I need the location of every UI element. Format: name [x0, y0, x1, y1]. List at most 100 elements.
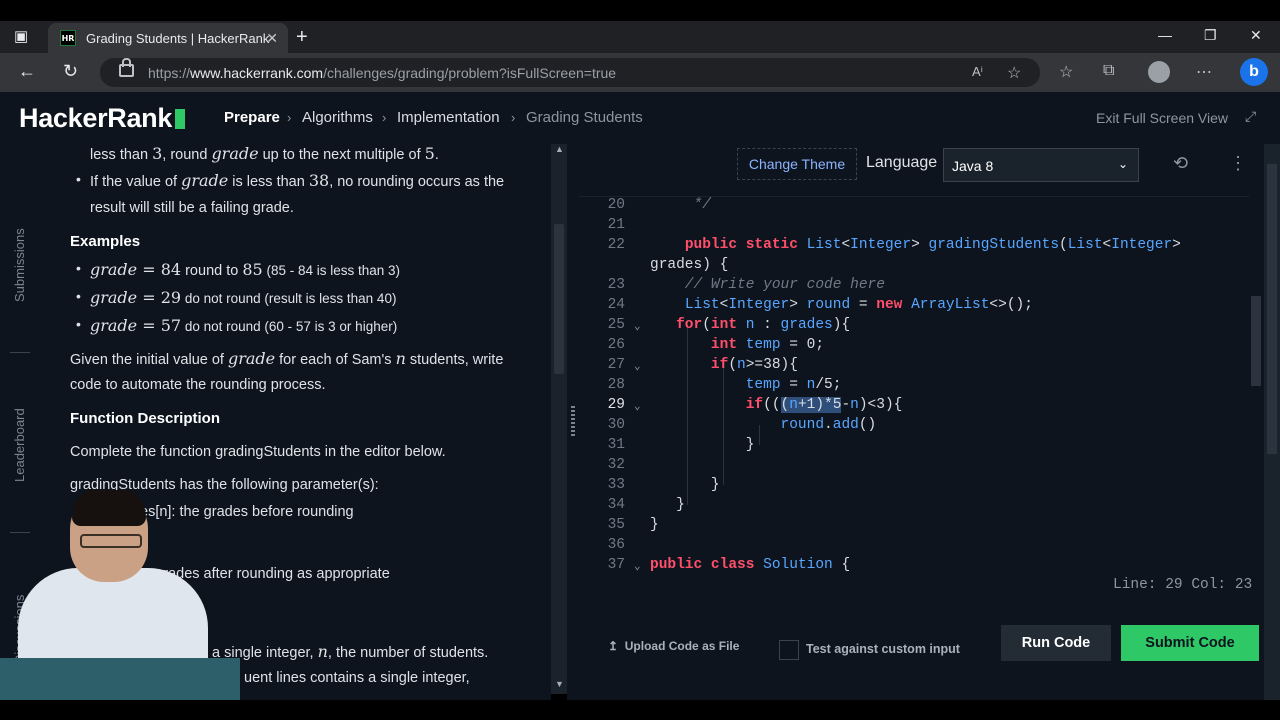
language-label: Language: [866, 154, 938, 171]
line-number: 35: [607, 517, 625, 533]
code-line: if(n>=38){: [710, 357, 798, 373]
scrollbar-thumb[interactable]: [1267, 164, 1277, 454]
fold-icon[interactable]: ⌄: [634, 399, 641, 413]
breadcrumb-implementation[interactable]: Implementation: [397, 109, 500, 126]
editor-actions: ↥ Upload Code as File Test against custo…: [579, 619, 1264, 669]
line-number: 24: [607, 297, 625, 313]
code-line: List<Integer> round = new ArrayList<>();: [684, 297, 1033, 313]
line-number: 27: [607, 357, 625, 373]
browser-nav-bar: ← ↻ https://www.hackerrank.com/challenge…: [0, 53, 1280, 92]
url-text[interactable]: https://www.hackerrank.com/challenges/gr…: [148, 65, 616, 81]
code-line: int temp = 0;: [710, 337, 825, 353]
collections-icon[interactable]: ⧉: [1103, 62, 1114, 80]
line-number: 34: [607, 497, 625, 513]
webcam-person-hair: [72, 490, 146, 526]
run-code-button[interactable]: Run Code: [1001, 625, 1111, 661]
hackerrank-logo[interactable]: HackerRank: [19, 103, 186, 134]
line-number: 33: [607, 477, 625, 493]
code-scrollbar[interactable]: [1249, 196, 1263, 572]
top-letterbox: [0, 0, 1280, 21]
favorite-add-icon[interactable]: ☆: [1007, 63, 1021, 83]
drag-handle-icon[interactable]: [571, 406, 575, 436]
rail-submissions[interactable]: Submissions: [12, 228, 27, 302]
fold-icon[interactable]: ⌄: [634, 559, 641, 573]
scrollbar-thumb[interactable]: [554, 224, 564, 374]
more-icon[interactable]: ⋯: [1196, 62, 1212, 82]
line-number: 36: [607, 537, 625, 553]
webcam-person-glasses: [80, 534, 142, 548]
favorites-icon[interactable]: ☆: [1059, 62, 1073, 82]
back-icon[interactable]: ←: [18, 61, 36, 82]
bullet-text: result will still be a failing grade.: [90, 200, 294, 216]
code-editor[interactable]: 20 */ 21 22 public static List<Integer> …: [579, 196, 1249, 573]
problem-scrollbar[interactable]: ▲ ▼: [551, 144, 567, 694]
line-number: 26: [607, 337, 625, 353]
address-bar[interactable]: https://www.hackerrank.com/challenges/gr…: [100, 58, 1040, 87]
editor-toolbar: Change Theme Language Java 8 ⌄ ⟲ ⋮: [579, 144, 1264, 188]
panel-splitter[interactable]: [567, 144, 579, 700]
code-line: }: [650, 517, 659, 533]
scroll-down-icon[interactable]: ▼: [555, 679, 564, 689]
custom-input-checkbox[interactable]: [779, 640, 799, 660]
tab-title: Grading Students | HackerRank: [86, 30, 270, 46]
code-line: }: [650, 477, 720, 493]
line-number: 32: [607, 457, 625, 473]
submit-code-button[interactable]: Submit Code: [1121, 625, 1259, 661]
browser-tab[interactable]: HR Grading Students | HackerRank ✕: [48, 23, 288, 53]
custom-input-label[interactable]: Test against custom input: [806, 642, 960, 656]
line-number: 22: [607, 237, 625, 253]
breadcrumb-current: Grading Students: [526, 109, 643, 126]
page-scrollbar[interactable]: [1264, 144, 1280, 700]
change-theme-button[interactable]: Change Theme: [737, 148, 857, 180]
bottom-letterbox: [0, 700, 1280, 720]
read-aloud-icon[interactable]: Aⁱ: [972, 64, 983, 80]
line-number: 21: [607, 217, 625, 233]
restore-icon[interactable]: ❐: [1204, 27, 1217, 44]
tabs-icon[interactable]: ▣: [14, 27, 28, 45]
close-icon[interactable]: ✕: [266, 30, 278, 47]
breadcrumb-prepare[interactable]: Prepare: [224, 109, 280, 126]
fold-icon[interactable]: ⌄: [634, 319, 641, 333]
line-number: 30: [607, 417, 625, 433]
example-item: grade = 84 round to 85 (85 - 84 is less …: [90, 260, 401, 279]
code-line: }: [650, 437, 755, 453]
line-number: 23: [607, 277, 625, 293]
given-text: Given the initial value of grade for eac…: [70, 349, 504, 368]
chevron-right-icon: ›: [287, 110, 292, 125]
minimize-icon[interactable]: —: [1158, 27, 1172, 43]
code-line: round.add(): [780, 417, 877, 433]
kebab-icon[interactable]: ⋮: [1229, 153, 1247, 174]
code-line-active: if(((n+1)*5-n)<3){: [745, 397, 903, 413]
exit-fullscreen-link[interactable]: Exit Full Screen View: [1096, 110, 1228, 126]
window-close-icon[interactable]: ✕: [1250, 27, 1262, 44]
rail-leaderboard[interactable]: Leaderboard: [12, 408, 27, 482]
line-number: 20: [607, 197, 625, 213]
hackerrank-header: HackerRank Prepare › Algorithms › Implem…: [0, 92, 1280, 144]
fold-icon[interactable]: ⌄: [634, 359, 641, 373]
language-select[interactable]: Java 8 ⌄: [943, 148, 1139, 182]
code-line-wrap: grades) {: [650, 257, 729, 273]
line-number-active: 29: [607, 397, 625, 413]
chevron-right-icon: ›: [511, 110, 516, 125]
chevron-down-icon: ⌄: [1117, 157, 1128, 171]
breadcrumb-algorithms[interactable]: Algorithms: [302, 109, 373, 126]
exit-fullscreen-icon[interactable]: ⤢: [1245, 108, 1256, 125]
hackerrank-favicon: HR: [60, 30, 76, 46]
bing-icon[interactable]: b: [1240, 58, 1268, 86]
history-icon[interactable]: ⟲: [1173, 153, 1188, 174]
refresh-icon[interactable]: ↻: [63, 61, 78, 82]
upload-label: Upload Code as File: [624, 639, 740, 653]
upload-code-button[interactable]: ↥ Upload Code as File: [608, 639, 739, 653]
scrollbar-thumb[interactable]: [1251, 296, 1261, 386]
code-line: public class Solution {: [650, 557, 851, 573]
upload-icon: ↥: [608, 639, 619, 653]
bullet-text: less than 3, round grade up to the next …: [90, 144, 439, 163]
example-item: grade = 29 do not round (result is less …: [90, 288, 397, 307]
profile-icon[interactable]: [1148, 61, 1170, 83]
editor-panel: Change Theme Language Java 8 ⌄ ⟲ ⋮ 20 */…: [579, 144, 1264, 700]
scroll-up-icon[interactable]: ▲: [555, 144, 564, 154]
example-item: grade = 57 do not round (60 - 57 is 3 or…: [90, 316, 398, 335]
plus-icon[interactable]: +: [296, 26, 308, 49]
line-number: 31: [607, 437, 625, 453]
function-description-heading: Function Description: [70, 410, 220, 427]
